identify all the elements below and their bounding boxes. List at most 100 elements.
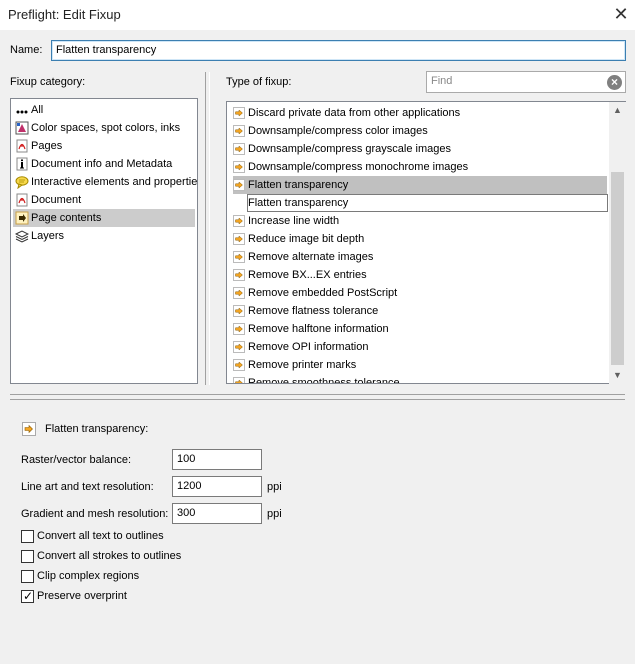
fixup-label: Downsample/compress grayscale images <box>248 143 451 155</box>
category-item-page-contents[interactable]: Page contents <box>13 209 195 227</box>
fixup-label: Remove printer marks <box>248 359 357 371</box>
name-label: Name: <box>10 44 43 56</box>
layers-icon <box>15 230 29 243</box>
fixup-arrow-icon <box>233 359 245 371</box>
fixup-category-label: Fixup category: <box>10 76 86 88</box>
category-list[interactable]: All Color spaces, spot colors, inks Page… <box>10 98 198 384</box>
preserve-overprint-checkbox[interactable]: ✓ <box>21 589 34 603</box>
fixup-item[interactable]: Discard private data from other applicat… <box>233 104 607 122</box>
fixup-arrow-icon <box>233 215 245 227</box>
category-label: Document info and Metadata <box>31 158 173 170</box>
fixup-label: Flatten transparency <box>248 197 349 209</box>
fixup-list[interactable]: Discard private data from other applicat… <box>226 101 626 384</box>
type-of-fixup-label: Type of fixup: <box>226 76 292 88</box>
fixup-item[interactable]: Remove alternate images <box>233 248 607 266</box>
fixup-label: Remove BX...EX entries <box>248 269 367 281</box>
fixup-item[interactable]: Remove printer marks <box>233 356 607 374</box>
fixup-item[interactable]: Remove flatness tolerance <box>233 302 607 320</box>
fixup-label: Downsample/compress monochrome images <box>248 161 469 173</box>
clear-search-icon[interactable]: × <box>607 75 622 90</box>
category-item-all[interactable]: All <box>13 101 195 119</box>
fixup-item[interactable]: Downsample/compress color images <box>233 122 607 140</box>
category-label: Page contents <box>31 212 102 224</box>
fixup-arrow-icon <box>22 422 36 436</box>
fixup-label: Discard private data from other applicat… <box>248 107 461 119</box>
category-label: Color spaces, spot colors, inks <box>31 122 181 134</box>
dots-icon <box>16 110 28 114</box>
fixup-item[interactable]: Remove embedded PostScript <box>233 284 607 302</box>
category-item-document-info[interactable]: Document info and Metadata <box>13 155 195 173</box>
fixup-label: Reduce image bit depth <box>248 233 365 245</box>
fixup-item[interactable]: Remove smoothness tolerance <box>233 374 607 383</box>
lineart-resolution-input[interactable]: 1200 <box>172 476 262 497</box>
fixup-label: Increase line width <box>248 215 340 227</box>
gradient-resolution-label: Gradient and mesh resolution: <box>21 508 169 520</box>
fixup-list-scrollbar[interactable]: ▲ ▼ <box>609 102 626 384</box>
fixup-arrow-icon <box>233 179 245 191</box>
category-label: Document <box>31 194 82 206</box>
category-item-pages[interactable]: Pages <box>13 137 195 155</box>
fixup-arrow-icon <box>233 143 245 155</box>
arrow-icon <box>15 211 29 225</box>
fixup-arrow-icon <box>233 251 245 263</box>
find-placeholder: Find <box>431 75 453 87</box>
checkbox-label: Clip complex regions <box>37 570 140 582</box>
raster-vector-input[interactable]: 100 <box>172 449 262 470</box>
category-item-interactive[interactable]: Interactive elements and properties <box>13 173 197 191</box>
fixup-item[interactable]: Downsample/compress grayscale images <box>233 140 607 158</box>
checkbox-label: Preserve overprint <box>37 590 127 602</box>
fixup-label: Remove embedded PostScript <box>248 287 398 299</box>
fixup-label: Downsample/compress color images <box>248 125 428 137</box>
fixup-arrow-icon <box>233 161 245 173</box>
fixup-arrow-icon <box>233 305 245 317</box>
pdf-icon <box>16 193 28 207</box>
category-item-document[interactable]: Document <box>13 191 195 209</box>
info-icon <box>16 157 28 171</box>
fixup-arrow-icon <box>233 233 245 245</box>
fixup-arrow-icon <box>233 107 245 119</box>
fixup-item[interactable]: Reduce image bit depth <box>233 230 607 248</box>
close-icon[interactable]: ✕ <box>610 4 632 26</box>
find-input[interactable]: Find × <box>426 71 626 93</box>
checkbox-label: Convert all strokes to outlines <box>37 550 182 562</box>
fixup-arrow-icon <box>233 269 245 281</box>
fixup-arrow-icon <box>233 287 245 299</box>
pdf-icon <box>16 139 28 153</box>
fixup-arrow-icon <box>233 323 245 335</box>
gradient-unit: ppi <box>267 508 282 520</box>
clip-complex-regions-checkbox[interactable] <box>21 570 34 583</box>
fixup-arrow-icon <box>233 125 245 137</box>
fixup-label: Remove OPI information <box>248 341 369 353</box>
scroll-thumb[interactable] <box>611 172 624 365</box>
category-label: Layers <box>31 230 65 242</box>
fixup-item[interactable]: Increase line width <box>233 212 607 230</box>
fixup-item[interactable]: Downsample/compress monochrome images <box>233 158 607 176</box>
vertical-splitter[interactable] <box>205 72 210 385</box>
fixup-label: Remove alternate images <box>248 251 374 263</box>
convert-strokes-outlines-checkbox[interactable] <box>21 550 34 563</box>
scroll-down-icon[interactable]: ▼ <box>609 367 626 384</box>
horizontal-splitter[interactable] <box>10 394 625 400</box>
fixup-arrow-icon <box>233 377 245 383</box>
lineart-unit: ppi <box>267 481 282 493</box>
window-title: Preflight: Edit Fixup <box>8 7 121 22</box>
fixup-item-selected[interactable]: Flatten transparency <box>233 176 607 194</box>
lineart-resolution-label: Line art and text resolution: <box>21 481 154 493</box>
fixup-rename-field[interactable]: Flatten transparency <box>247 194 608 212</box>
category-item-color-spaces[interactable]: Color spaces, spot colors, inks <box>13 119 195 137</box>
fixup-label: Remove halftone information <box>248 323 389 335</box>
speech-icon <box>15 176 29 189</box>
convert-text-outlines-checkbox[interactable] <box>21 530 34 543</box>
fixup-item[interactable]: Remove BX...EX entries <box>233 266 607 284</box>
fixup-label: Flatten transparency <box>248 179 349 191</box>
checkmark-icon: ✓ <box>23 589 34 603</box>
category-label: Pages <box>31 140 63 152</box>
fixup-item[interactable]: Remove OPI information <box>233 338 607 356</box>
gradient-resolution-input[interactable]: 300 <box>172 503 262 524</box>
color-icon <box>15 121 29 135</box>
scroll-up-icon[interactable]: ▲ <box>609 102 626 119</box>
category-item-layers[interactable]: Layers <box>13 227 195 245</box>
fixup-item[interactable]: Remove halftone information <box>233 320 607 338</box>
raster-vector-label: Raster/vector balance: <box>21 454 132 466</box>
name-field[interactable]: Flatten transparency <box>51 40 626 61</box>
